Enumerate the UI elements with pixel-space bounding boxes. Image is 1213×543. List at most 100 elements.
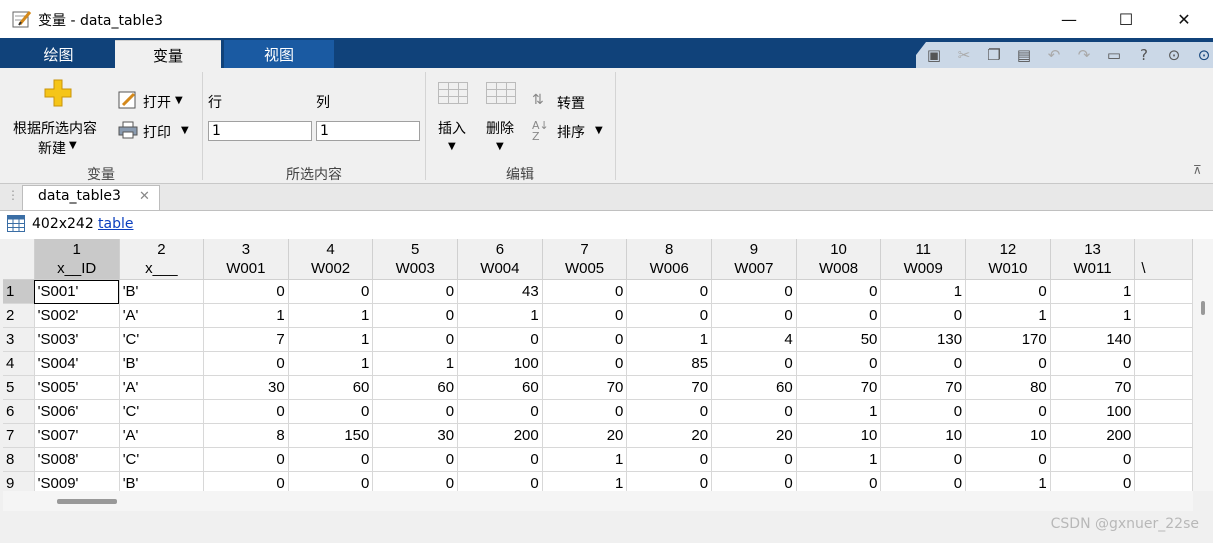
print-icon[interactable] (118, 121, 138, 139)
table-cell[interactable]: 70 (626, 375, 713, 400)
column-header[interactable]: 8 W006 (626, 239, 713, 280)
new-from-selection-icon[interactable] (43, 78, 75, 110)
row-header[interactable]: 3 (3, 327, 35, 352)
help-icon[interactable]: ? (1134, 45, 1154, 65)
sort-button[interactable]: 排序 (557, 122, 585, 142)
table-cell[interactable]: 30 (372, 423, 459, 448)
minimize-button[interactable]: — (1040, 0, 1098, 38)
table-cell[interactable]: 0 (711, 447, 797, 472)
table-cell[interactable]: 70 (796, 375, 882, 400)
table-cell[interactable]: 0 (711, 471, 797, 491)
row-header[interactable]: 4 (3, 351, 35, 376)
table-cell[interactable]: 0 (796, 351, 882, 376)
table-cell[interactable]: 1 (796, 447, 882, 472)
sort-dropdown-icon[interactable]: ▼ (595, 125, 603, 136)
table-cell[interactable]: 1 (965, 303, 1051, 328)
delete-dropdown-icon[interactable]: ▼ (496, 141, 504, 152)
delete-icon[interactable] (486, 82, 516, 104)
column-header[interactable]: 4 W002 (288, 239, 374, 280)
table-cell[interactable]: 150 (288, 423, 374, 448)
table-cell[interactable]: 'S002' (34, 303, 120, 328)
table-cell[interactable]: 'B' (119, 471, 205, 491)
table-cell[interactable]: 30 (203, 375, 289, 400)
table-cell[interactable]: 0 (542, 351, 628, 376)
collapse-ribbon-icon[interactable]: ⊼ (1193, 163, 1202, 177)
table-cell[interactable]: 0 (965, 279, 1051, 304)
column-header[interactable]: 13 W011 (1050, 239, 1136, 280)
table-cell[interactable]: 10 (880, 423, 967, 448)
tab-view[interactable]: 视图 (224, 40, 334, 68)
table-cell[interactable]: 0 (203, 471, 289, 491)
table-cell[interactable]: 1 (288, 351, 374, 376)
table-cell[interactable]: 0 (372, 303, 459, 328)
table-cell[interactable]: 0 (542, 303, 628, 328)
table-cell[interactable]: 'A' (119, 303, 205, 328)
table-cell[interactable]: 0 (1050, 447, 1136, 472)
table-cell[interactable]: 0 (288, 447, 374, 472)
table-cell[interactable]: 0 (372, 279, 459, 304)
table-cell[interactable]: 0 (965, 399, 1051, 424)
horizontal-scrollbar[interactable] (3, 491, 1193, 511)
table-cell[interactable]: 0 (880, 471, 967, 491)
open-icon[interactable] (118, 91, 138, 109)
row-header[interactable]: 8 (3, 447, 35, 472)
table-cell[interactable]: 43 (457, 279, 543, 304)
table-cell[interactable]: 20 (542, 423, 628, 448)
table-cell[interactable]: 1 (542, 447, 628, 472)
table-cell[interactable]: 60 (457, 375, 543, 400)
table-cell[interactable]: 0 (965, 447, 1051, 472)
table-cell[interactable]: 0 (626, 471, 713, 491)
column-header[interactable]: 7 W005 (542, 239, 628, 280)
table-cell[interactable]: 0 (542, 399, 628, 424)
print-button[interactable]: 打印 (143, 122, 171, 142)
table-cell[interactable]: 1 (1050, 303, 1136, 328)
table-cell[interactable]: 20 (626, 423, 713, 448)
table-cell[interactable]: 'B' (119, 279, 205, 304)
table-cell[interactable]: 'S008' (34, 447, 120, 472)
table-cell[interactable]: 0 (457, 447, 543, 472)
variable-type-link[interactable]: table (98, 216, 133, 232)
table-cell[interactable]: 'S004' (34, 351, 120, 376)
tab-list-icon[interactable]: ⋮ (7, 188, 19, 202)
table-cell[interactable]: 1 (965, 471, 1051, 491)
window-icon[interactable]: ▭ (1104, 45, 1124, 65)
row-header[interactable]: 5 (3, 375, 35, 400)
table-cell[interactable]: 'S003' (34, 327, 120, 352)
table-cell[interactable]: 0 (880, 351, 967, 376)
column-header[interactable]: 12 W010 (965, 239, 1051, 280)
table-cell[interactable]: 200 (457, 423, 543, 448)
table-cell[interactable]: 1 (203, 303, 289, 328)
column-header[interactable]: 10 W008 (796, 239, 882, 280)
table-cell[interactable] (1134, 375, 1193, 400)
column-header[interactable]: 3 W001 (203, 239, 289, 280)
cut-icon[interactable]: ✂ (954, 45, 974, 65)
table-cell[interactable] (1134, 279, 1193, 304)
table-cell[interactable]: 0 (880, 399, 967, 424)
table-cell[interactable]: 1 (626, 327, 713, 352)
table-cell[interactable]: 0 (542, 279, 628, 304)
corner-cell[interactable] (3, 239, 35, 280)
table-cell[interactable]: 4 (711, 327, 797, 352)
table-cell[interactable]: 10 (796, 423, 882, 448)
close-tab-icon[interactable]: ✕ (139, 189, 150, 204)
table-cell[interactable]: 70 (880, 375, 967, 400)
table-cell[interactable]: 'A' (119, 423, 205, 448)
table-cell[interactable]: 0 (1050, 351, 1136, 376)
column-input[interactable]: 1 (316, 121, 420, 141)
new-from-selection-label[interactable]: 根据所选内容 (13, 118, 97, 138)
horizontal-scroll-thumb[interactable] (57, 499, 117, 504)
table-cell[interactable]: 'B' (119, 351, 205, 376)
print-dropdown-icon[interactable]: ▼ (181, 125, 189, 136)
table-cell[interactable] (1134, 303, 1193, 328)
table-cell[interactable]: 0 (457, 327, 543, 352)
vertical-scrollbar[interactable] (1193, 239, 1213, 491)
table-cell[interactable] (1134, 351, 1193, 376)
data-grid[interactable]: 1 x__ID 2 x___ 3 W001 4 W002 5 W003 6 W004 7 W005 8 W00… (3, 239, 1193, 491)
table-cell[interactable]: 'S009' (34, 471, 120, 491)
table-cell[interactable]: 'S007' (34, 423, 120, 448)
new-label[interactable]: 新建 (38, 138, 66, 158)
insert-button[interactable]: 插入 (438, 118, 466, 138)
row-input[interactable]: 1 (208, 121, 312, 141)
save-icon[interactable]: ▣ (924, 45, 944, 65)
table-cell[interactable]: 0 (457, 399, 543, 424)
